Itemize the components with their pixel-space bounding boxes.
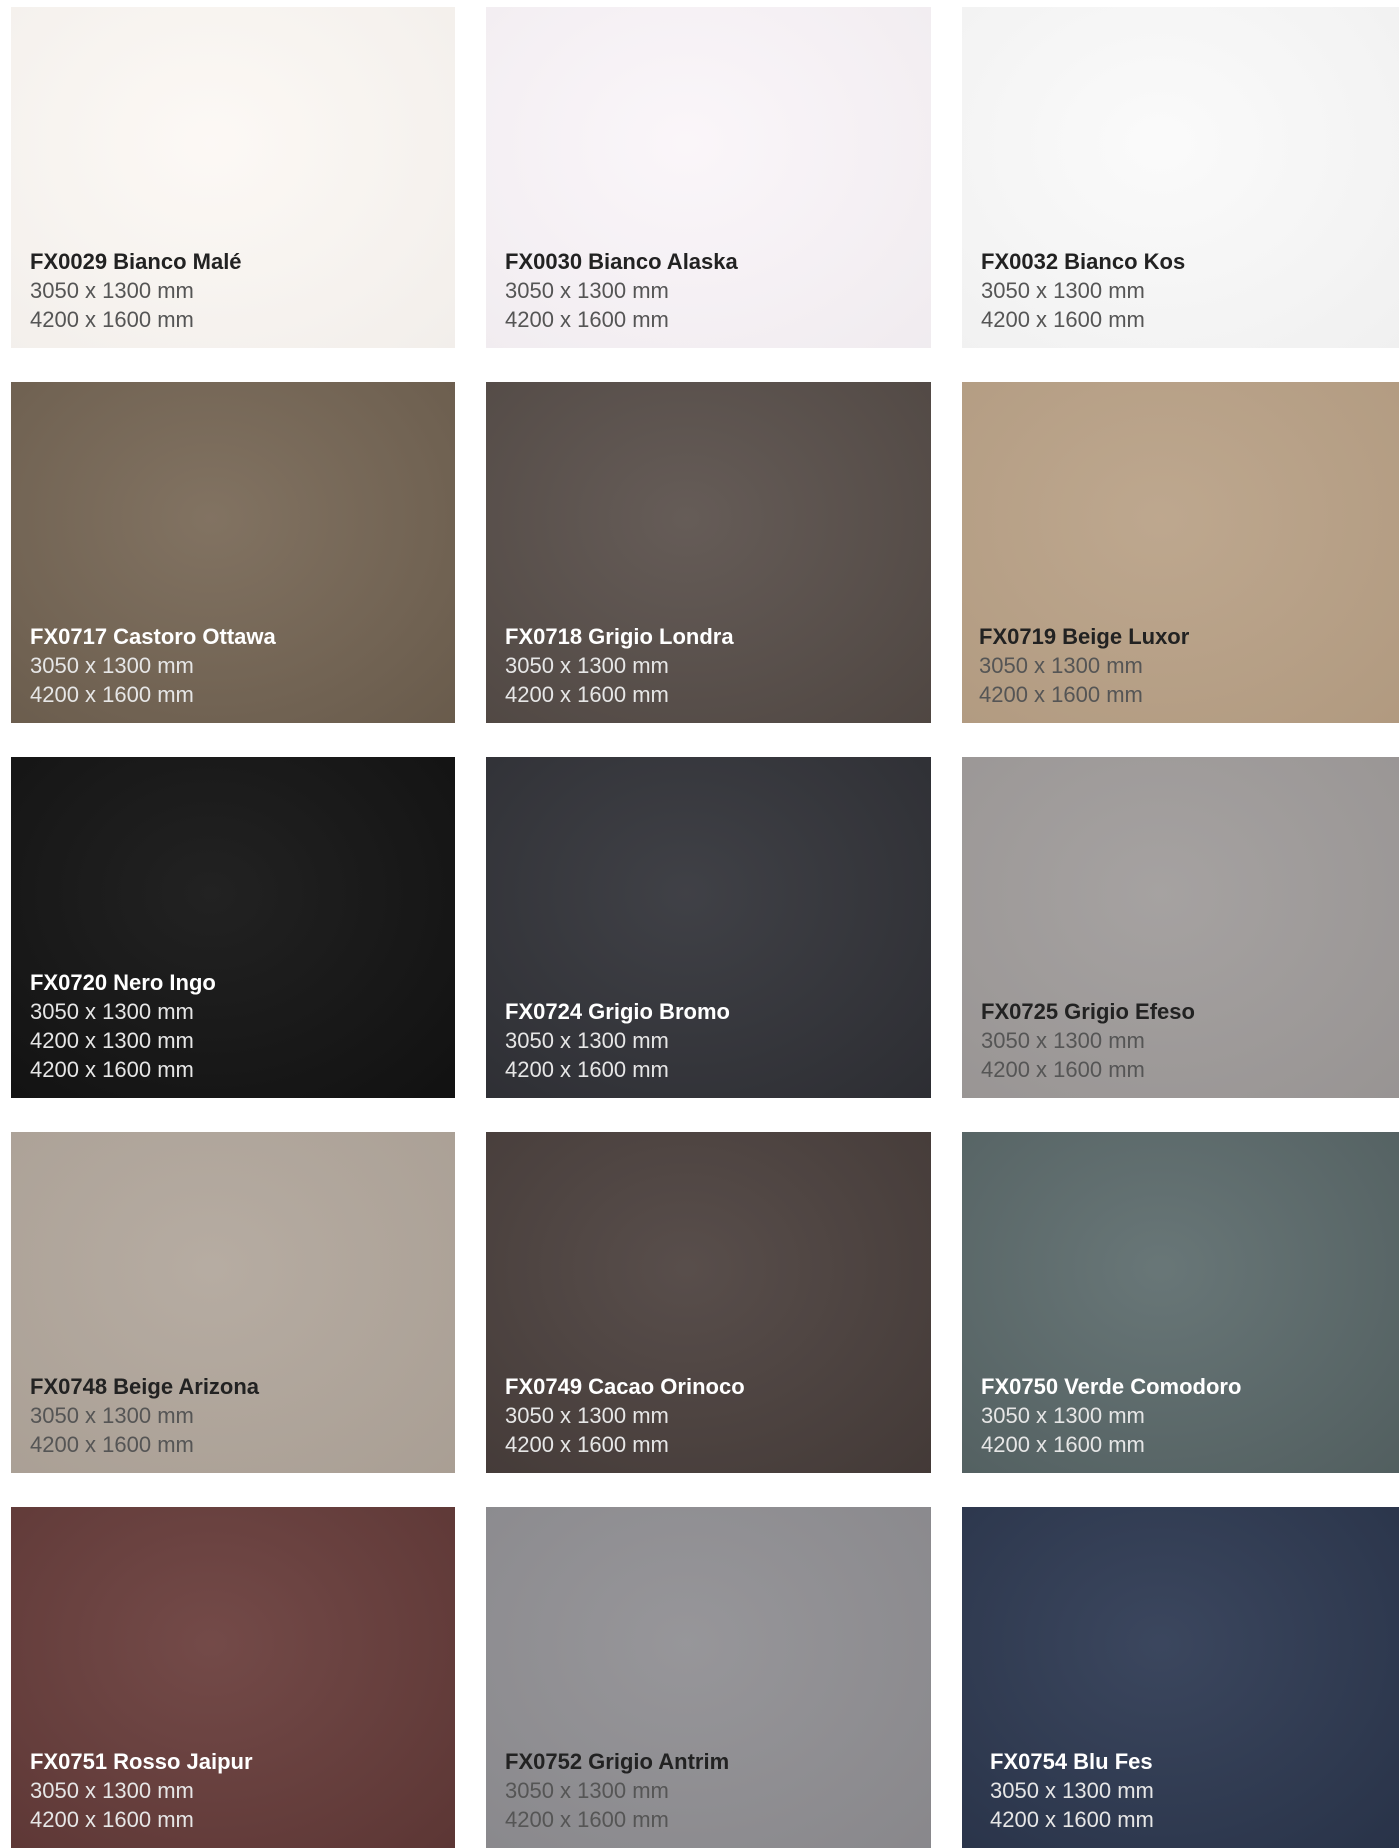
swatch-name: FX0752 Grigio Antrim: [505, 1749, 730, 1774]
swatch-name: FX0754 Blu Fes: [990, 1749, 1153, 1774]
swatch-size: 4200 x 1600 mm: [30, 307, 194, 332]
swatch-caption: FX0749 Cacao Orinoco 3050 x 1300 mm 4200…: [505, 1372, 921, 1459]
swatch-size: 3050 x 1300 mm: [505, 653, 669, 678]
swatch-caption: FX0720 Nero Ingo 3050 x 1300 mm 4200 x 1…: [30, 968, 445, 1084]
swatch-caption: FX0029 Bianco Malé 3050 x 1300 mm 4200 x…: [30, 247, 445, 334]
swatch-card[interactable]: FX0724 Grigio Bromo 3050 x 1300 mm 4200 …: [486, 757, 931, 1098]
swatch-name: FX0029 Bianco Malé: [30, 249, 242, 274]
swatch-caption: FX0748 Beige Arizona 3050 x 1300 mm 4200…: [30, 1372, 445, 1459]
swatch-name: FX0724 Grigio Bromo: [505, 999, 730, 1024]
swatch-size: 4200 x 1600 mm: [981, 1432, 1145, 1457]
swatch-size: 4200 x 1600 mm: [505, 1057, 669, 1082]
swatch-card[interactable]: FX0029 Bianco Malé 3050 x 1300 mm 4200 x…: [11, 7, 455, 348]
swatch-card[interactable]: FX0717 Castoro Ottawa 3050 x 1300 mm 420…: [11, 382, 455, 723]
swatch-caption: FX0750 Verde Comodoro 3050 x 1300 mm 420…: [981, 1372, 1392, 1459]
swatch-size: 3050 x 1300 mm: [981, 1028, 1145, 1053]
swatch-size: 3050 x 1300 mm: [990, 1778, 1154, 1803]
swatch-size: 4200 x 1600 mm: [979, 682, 1143, 707]
swatch-size: 3050 x 1300 mm: [505, 1028, 669, 1053]
swatch-size: 4200 x 1600 mm: [30, 1057, 194, 1082]
swatch-size: 3050 x 1300 mm: [505, 1403, 669, 1428]
color-swatch-grid: FX0029 Bianco Malé 3050 x 1300 mm 4200 x…: [11, 7, 1399, 1848]
swatch-card[interactable]: FX0030 Bianco Alaska 3050 x 1300 mm 4200…: [486, 7, 931, 348]
swatch-size: 4200 x 1600 mm: [981, 307, 1145, 332]
swatch-caption: FX0719 Beige Luxor 3050 x 1300 mm 4200 x…: [979, 622, 1392, 709]
swatch-name: FX0030 Bianco Alaska: [505, 249, 738, 274]
swatch-caption: FX0030 Bianco Alaska 3050 x 1300 mm 4200…: [505, 247, 921, 334]
swatch-size: 4200 x 1300 mm: [30, 1028, 194, 1053]
swatch-card[interactable]: FX0749 Cacao Orinoco 3050 x 1300 mm 4200…: [486, 1132, 931, 1473]
swatch-size: 4200 x 1600 mm: [505, 682, 669, 707]
swatch-size: 3050 x 1300 mm: [30, 1403, 194, 1428]
swatch-name: FX0719 Beige Luxor: [979, 624, 1190, 649]
swatch-size: 3050 x 1300 mm: [979, 653, 1143, 678]
swatch-card[interactable]: FX0718 Grigio Londra 3050 x 1300 mm 4200…: [486, 382, 931, 723]
swatch-size: 4200 x 1600 mm: [505, 1432, 669, 1457]
swatch-name: FX0720 Nero Ingo: [30, 970, 216, 995]
swatch-card[interactable]: FX0750 Verde Comodoro 3050 x 1300 mm 420…: [962, 1132, 1399, 1473]
swatch-caption: FX0725 Grigio Efeso 3050 x 1300 mm 4200 …: [981, 997, 1392, 1084]
swatch-size: 3050 x 1300 mm: [30, 653, 194, 678]
swatch-card[interactable]: FX0719 Beige Luxor 3050 x 1300 mm 4200 x…: [962, 382, 1399, 723]
swatch-size: 3050 x 1300 mm: [505, 278, 669, 303]
swatch-size: 4200 x 1600 mm: [990, 1807, 1154, 1832]
swatch-caption: FX0754 Blu Fes 3050 x 1300 mm 4200 x 160…: [990, 1747, 1392, 1834]
swatch-name: FX0032 Bianco Kos: [981, 249, 1186, 274]
swatch-caption: FX0752 Grigio Antrim 3050 x 1300 mm 4200…: [505, 1747, 921, 1834]
swatch-card[interactable]: FX0748 Beige Arizona 3050 x 1300 mm 4200…: [11, 1132, 455, 1473]
swatch-name: FX0725 Grigio Efeso: [981, 999, 1195, 1024]
swatch-size: 3050 x 1300 mm: [30, 278, 194, 303]
swatch-caption: FX0718 Grigio Londra 3050 x 1300 mm 4200…: [505, 622, 921, 709]
swatch-size: 4200 x 1600 mm: [505, 307, 669, 332]
swatch-size: 4200 x 1600 mm: [505, 1807, 669, 1832]
swatch-name: FX0751 Rosso Jaipur: [30, 1749, 253, 1774]
swatch-card[interactable]: FX0754 Blu Fes 3050 x 1300 mm 4200 x 160…: [962, 1507, 1399, 1848]
swatch-caption: FX0724 Grigio Bromo 3050 x 1300 mm 4200 …: [505, 997, 921, 1084]
swatch-size: 4200 x 1600 mm: [30, 1807, 194, 1832]
swatch-name: FX0749 Cacao Orinoco: [505, 1374, 745, 1399]
swatch-caption: FX0751 Rosso Jaipur 3050 x 1300 mm 4200 …: [30, 1747, 445, 1834]
swatch-card[interactable]: FX0032 Bianco Kos 3050 x 1300 mm 4200 x …: [962, 7, 1399, 348]
swatch-card[interactable]: FX0752 Grigio Antrim 3050 x 1300 mm 4200…: [486, 1507, 931, 1848]
swatch-name: FX0748 Beige Arizona: [30, 1374, 260, 1399]
swatch-name: FX0718 Grigio Londra: [505, 624, 734, 649]
swatch-size: 3050 x 1300 mm: [981, 278, 1145, 303]
swatch-size: 3050 x 1300 mm: [30, 999, 194, 1024]
swatch-size: 4200 x 1600 mm: [30, 682, 194, 707]
swatch-size: 3050 x 1300 mm: [505, 1778, 669, 1803]
swatch-card[interactable]: FX0751 Rosso Jaipur 3050 x 1300 mm 4200 …: [11, 1507, 455, 1848]
swatch-caption: FX0717 Castoro Ottawa 3050 x 1300 mm 420…: [30, 622, 445, 709]
swatch-card[interactable]: FX0725 Grigio Efeso 3050 x 1300 mm 4200 …: [962, 757, 1399, 1098]
swatch-size: 3050 x 1300 mm: [981, 1403, 1145, 1428]
swatch-name: FX0750 Verde Comodoro: [981, 1374, 1242, 1399]
swatch-size: 4200 x 1600 mm: [981, 1057, 1145, 1082]
swatch-size: 3050 x 1300 mm: [30, 1778, 194, 1803]
swatch-name: FX0717 Castoro Ottawa: [30, 624, 276, 649]
swatch-caption: FX0032 Bianco Kos 3050 x 1300 mm 4200 x …: [981, 247, 1392, 334]
swatch-card[interactable]: FX0720 Nero Ingo 3050 x 1300 mm 4200 x 1…: [11, 757, 455, 1098]
swatch-size: 4200 x 1600 mm: [30, 1432, 194, 1457]
